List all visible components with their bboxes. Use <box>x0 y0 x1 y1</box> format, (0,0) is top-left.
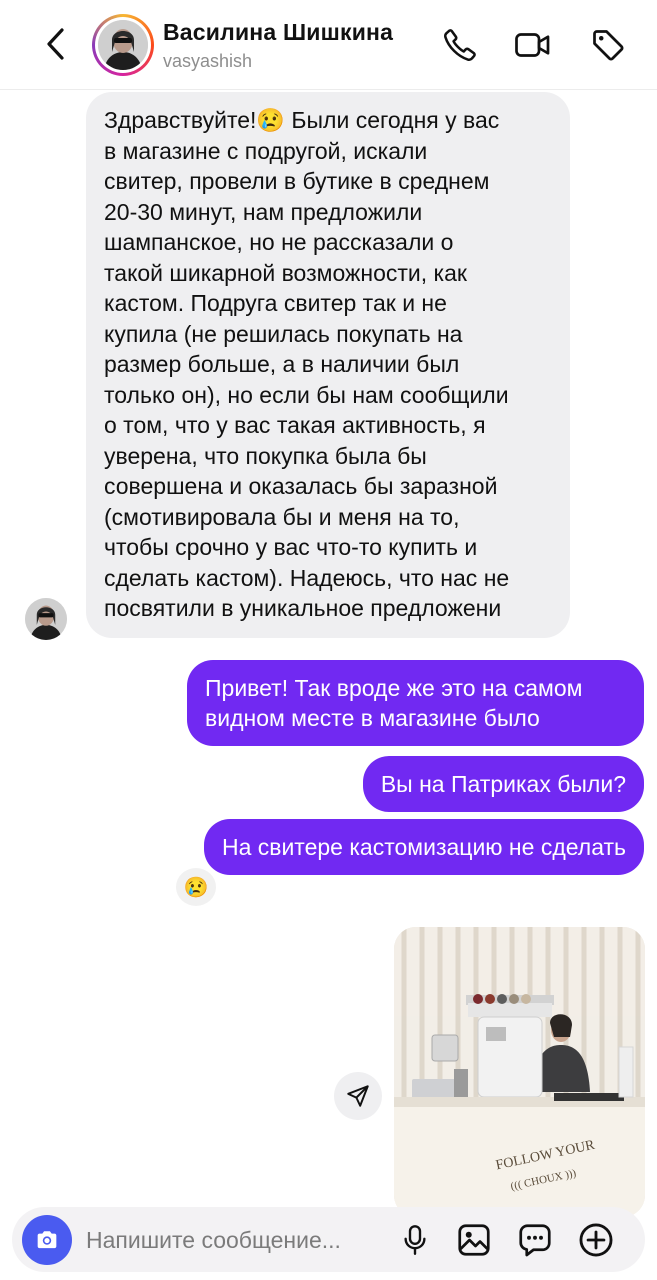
chat-header: Василина Шишкина vasyashish <box>0 0 657 90</box>
back-button[interactable] <box>36 24 76 64</box>
sender-avatar[interactable] <box>25 598 67 640</box>
outgoing-message[interactable]: Привет! Так вроде же это на самом видном… <box>187 660 644 746</box>
gallery-button[interactable] <box>454 1220 494 1260</box>
more-options-button[interactable] <box>576 1220 616 1260</box>
incoming-message[interactable]: Здравствуйте!😢 Были сегодня у вас в мага… <box>86 92 570 638</box>
outgoing-message[interactable]: Вы на Патриках были? <box>362 756 644 812</box>
voice-message-button[interactable] <box>395 1220 435 1260</box>
share-button[interactable] <box>334 1072 382 1120</box>
back-icon <box>47 28 64 60</box>
tag-icon <box>593 30 624 61</box>
tag-button[interactable] <box>588 24 628 66</box>
camera-icon <box>37 1231 57 1249</box>
camera-button[interactable] <box>22 1215 72 1265</box>
message-composer <box>12 1207 645 1272</box>
message-input[interactable] <box>86 1221 386 1259</box>
microphone-icon <box>404 1225 426 1255</box>
audio-call-button[interactable] <box>440 24 480 66</box>
sticker-icon <box>519 1224 551 1257</box>
video-call-button[interactable] <box>513 24 553 66</box>
message-reaction[interactable]: 😢 <box>174 866 218 908</box>
plus-icon <box>579 1223 613 1257</box>
phone-icon <box>444 29 476 61</box>
profile-avatar[interactable] <box>92 14 154 76</box>
gallery-icon <box>458 1224 490 1256</box>
sticker-button[interactable] <box>515 1220 555 1260</box>
contact-name[interactable]: Василина Шишкина <box>163 19 393 46</box>
video-camera-icon <box>515 33 550 57</box>
photo-message[interactable]: FOLLOW YOUR ((( CHOUX ))) <box>394 927 645 1217</box>
send-icon <box>347 1085 369 1107</box>
contact-username: vasyashish <box>163 51 253 71</box>
outgoing-message[interactable]: На свитере кастомизацию не сделать <box>203 819 644 875</box>
avatar-photo <box>98 20 148 70</box>
